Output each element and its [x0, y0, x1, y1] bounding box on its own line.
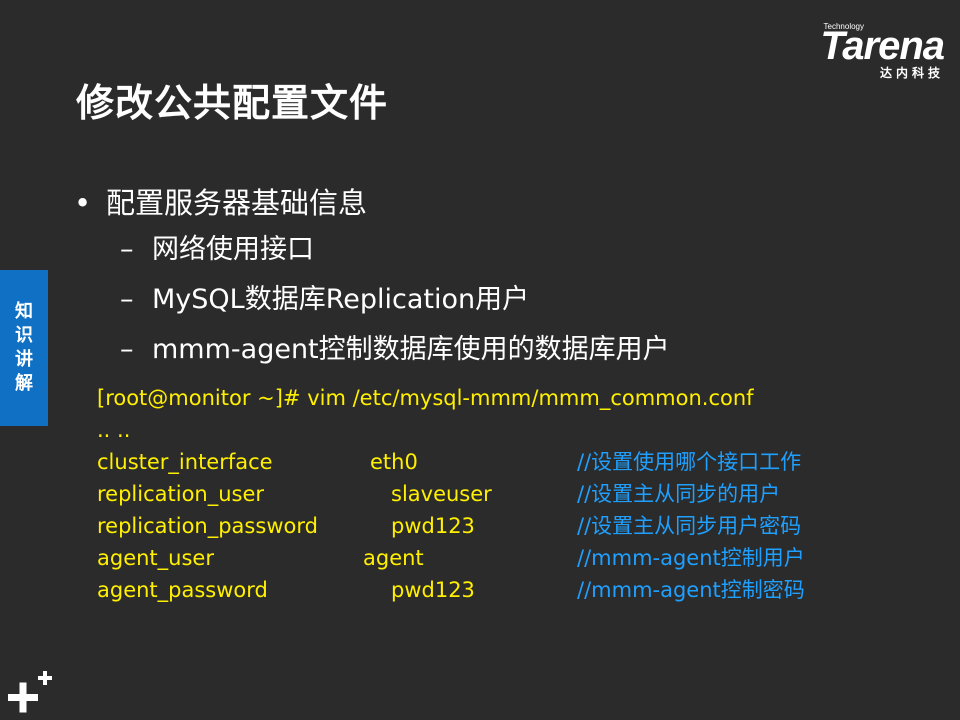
side-tab-char: 解 [15, 373, 33, 394]
config-value: pwd123 [391, 578, 475, 602]
config-key: replication_password [97, 514, 318, 538]
sub-bullet-text: MySQL数据库Replication用户 [152, 284, 530, 315]
config-row: cluster_interface eth0 //设置使用哪个接口工作 [97, 446, 917, 478]
code-block: [root@monitor ~]# vim /etc/mysql-mmm/mmm… [97, 382, 754, 446]
bullet-text: 配置服务器基础信息 [106, 186, 368, 220]
side-tab-char: 知 [15, 301, 33, 322]
config-value: eth0 [370, 450, 418, 474]
config-comment: //设置主从同步用户密码 [577, 514, 802, 538]
logo-brand-text: Tarena [820, 24, 945, 68]
config-key: replication_user [97, 482, 265, 506]
config-value: pwd123 [391, 514, 475, 538]
config-comment: //设置主从同步的用户 [577, 482, 781, 506]
config-comment: //设置使用哪个接口工作 [577, 450, 802, 474]
sub-bullet-dash: – [120, 334, 134, 365]
tarena-logo: Technology Tarena 达内科技 [774, 22, 945, 81]
sub-bullet-item: – MySQL数据库Replication用户 [120, 280, 670, 330]
sub-bullet-dash: – [120, 284, 134, 315]
config-value: agent [363, 546, 424, 570]
plus-icon [8, 671, 52, 713]
sub-bullet-item: – mmm-agent控制数据库使用的数据库用户 [120, 330, 670, 380]
config-key: agent_password [97, 578, 268, 602]
sub-bullet-text: mmm-agent控制数据库使用的数据库用户 [152, 334, 670, 365]
logo-technology-text: Technology [823, 22, 864, 31]
config-comment: //mmm-agent控制用户 [577, 546, 805, 570]
ellipsis-line: .. .. [97, 418, 131, 442]
config-key: cluster_interface [97, 450, 273, 474]
config-row: replication_user slaveuser //设置主从同步的用户 [97, 478, 917, 510]
config-value: slaveuser [391, 482, 492, 506]
side-tab: 知 识 讲 解 [0, 270, 48, 426]
side-tab-char: 识 [15, 325, 33, 346]
config-row: agent_password pwd123 //mmm-agent控制密码 [97, 574, 917, 606]
config-row: replication_password pwd123 //设置主从同步用户密码 [97, 510, 917, 542]
config-key: agent_user [97, 546, 214, 570]
config-comment: //mmm-agent控制密码 [577, 578, 805, 602]
slide-title: 修改公共配置文件 [76, 81, 389, 125]
sub-bullet-item: – 网络使用接口 [120, 230, 670, 280]
side-tab-char: 讲 [15, 349, 33, 370]
config-row: agent_user agent //mmm-agent控制用户 [97, 542, 917, 574]
sub-bullet-text: 网络使用接口 [152, 234, 314, 265]
main-bullet: • 配置服务器基础信息 [74, 180, 367, 222]
bullet-dot: • [74, 186, 92, 220]
command-line: [root@monitor ~]# vim /etc/mysql-mmm/mmm… [97, 386, 754, 410]
sub-bullet-list: – 网络使用接口 – MySQL数据库Replication用户 – mmm-agen… [120, 230, 670, 380]
sub-bullet-dash: – [120, 234, 134, 265]
